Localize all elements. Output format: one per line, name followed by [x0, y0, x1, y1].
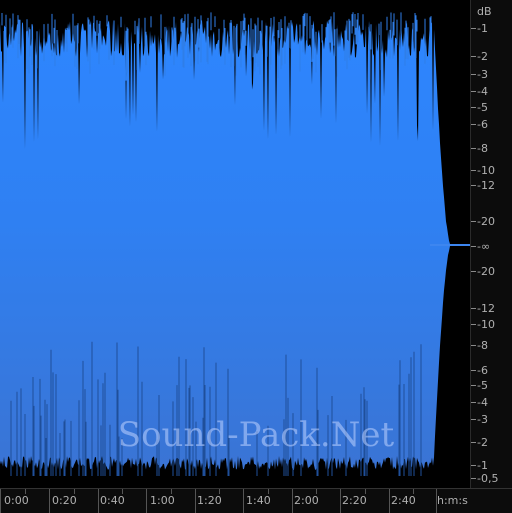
db-tick — [471, 221, 476, 222]
db-label: -12 — [477, 302, 495, 315]
db-tick — [471, 246, 476, 247]
time-minor-tick — [122, 489, 123, 494]
db-label: -6 — [477, 364, 488, 377]
time-ruler[interactable]: 0:00 0:20 0:40 1:00 1:20 1:40 2:00 2:20 … — [0, 488, 512, 513]
db-tick — [471, 419, 476, 420]
audio-editor: Sound-Pack.Net dB -1 -2 -3 -4 -5 -6 -8 -… — [0, 0, 512, 513]
db-label: -10 — [477, 318, 495, 331]
db-label: -0,5 — [477, 472, 499, 485]
db-label: -4 — [477, 85, 488, 98]
db-tick — [471, 402, 476, 403]
time-label: 1:00 — [150, 494, 175, 507]
db-label: -5 — [477, 379, 488, 392]
db-tick — [471, 324, 476, 325]
db-tick — [471, 385, 476, 386]
time-label: 0:20 — [52, 494, 77, 507]
time-label: 2:20 — [342, 494, 367, 507]
time-tick — [243, 489, 244, 513]
time-tick — [0, 489, 1, 513]
db-tick — [471, 370, 476, 371]
waveform-view[interactable] — [0, 0, 470, 488]
time-tick — [49, 489, 50, 513]
db-label: -1 — [477, 459, 488, 472]
db-label: -12 — [477, 179, 495, 192]
db-tick — [471, 56, 476, 57]
time-tick — [389, 489, 390, 513]
db-ruler: dB -1 -2 -3 -4 -5 -6 -8 -10 -12 -20 -∞ -… — [470, 0, 512, 488]
db-unit-label: dB — [477, 5, 492, 18]
db-label: -6 — [477, 118, 488, 131]
db-tick — [471, 124, 476, 125]
db-label: -4 — [477, 396, 488, 409]
time-label: 1:40 — [246, 494, 271, 507]
db-tick — [471, 308, 476, 309]
db-tick — [471, 465, 476, 466]
time-tick — [146, 489, 147, 513]
time-minor-tick — [74, 489, 75, 494]
time-minor-tick — [25, 489, 26, 494]
waveform-graphic — [0, 12, 470, 476]
time-label: 2:40 — [391, 494, 416, 507]
db-label: -8 — [477, 339, 488, 352]
db-label: -2 — [477, 50, 488, 63]
db-label: -20 — [477, 215, 495, 228]
db-tick — [471, 478, 476, 479]
db-tick — [471, 107, 476, 108]
time-tick — [340, 489, 341, 513]
db-label: -5 — [477, 101, 488, 114]
time-tick — [195, 489, 196, 513]
time-label: 0:40 — [100, 494, 125, 507]
time-label: 1:20 — [197, 494, 222, 507]
db-tick — [471, 442, 476, 443]
time-minor-tick — [268, 489, 269, 494]
db-label: -3 — [477, 413, 488, 426]
time-minor-tick — [171, 489, 172, 494]
db-tick — [471, 148, 476, 149]
db-label: -1 — [477, 22, 488, 35]
time-minor-tick — [413, 489, 414, 494]
time-label: 2:00 — [294, 494, 319, 507]
db-label: -20 — [477, 265, 495, 278]
time-minor-tick — [316, 489, 317, 494]
db-label: -8 — [477, 142, 488, 155]
db-tick — [471, 28, 476, 29]
db-center-label: -∞ — [477, 240, 491, 253]
time-minor-tick — [365, 489, 366, 494]
db-label: -2 — [477, 436, 488, 449]
db-tick — [471, 345, 476, 346]
time-unit-label: h:m:s — [437, 494, 468, 507]
db-label: -10 — [477, 164, 495, 177]
db-tick — [471, 91, 476, 92]
db-tick — [471, 185, 476, 186]
time-tick — [98, 489, 99, 513]
time-label: 0:00 — [4, 494, 29, 507]
time-tick — [292, 489, 293, 513]
db-tick — [471, 170, 476, 171]
time-minor-tick — [219, 489, 220, 494]
db-tick — [471, 74, 476, 75]
db-tick — [471, 271, 476, 272]
db-label: -3 — [477, 68, 488, 81]
